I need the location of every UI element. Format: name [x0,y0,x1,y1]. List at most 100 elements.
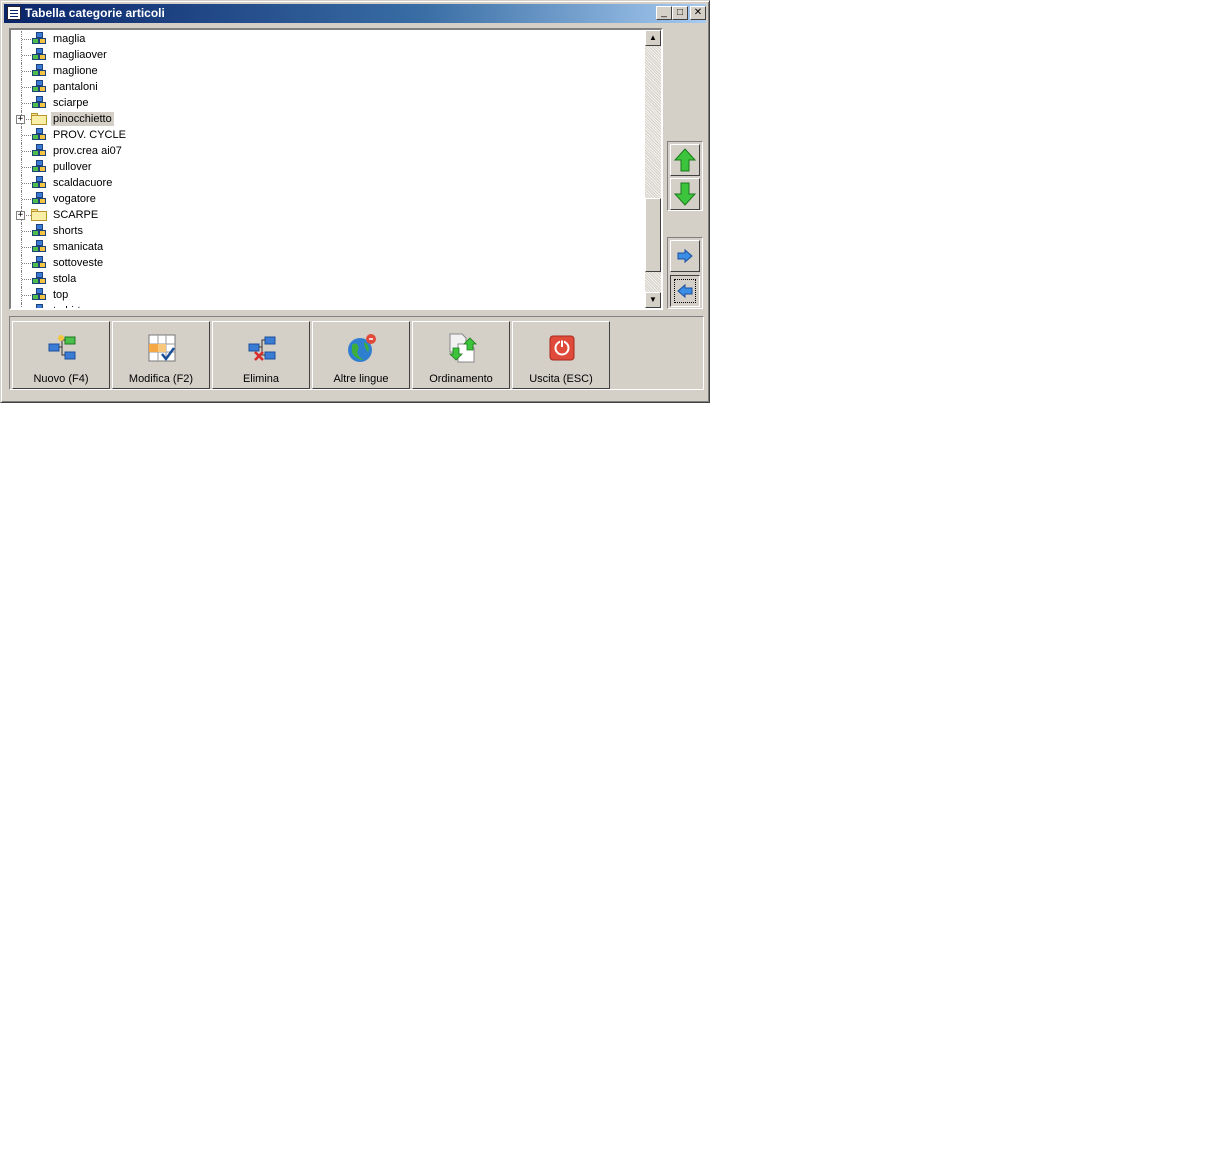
arrow-right-blue-icon [677,248,693,264]
move-buttons-group [667,141,703,211]
scroll-up-button[interactable]: ▲ [645,30,661,46]
delete-button[interactable]: Elimina [212,321,310,389]
minimize-button[interactable]: _ [656,6,672,20]
tree-item[interactable]: shorts [11,223,647,239]
tree-item[interactable]: t-shirt [11,303,647,308]
languages-button[interactable]: Altre lingue [312,321,410,389]
category-tree[interactable]: maglia magliaover maglione pantaloni sciarpe… [9,28,663,310]
tree-item[interactable]: stola [11,271,647,287]
category-cubes-icon [31,96,47,110]
category-cubes-icon [31,64,47,78]
move-up-button[interactable] [670,144,700,176]
globe-icon [348,334,376,362]
expand-toggle-icon[interactable]: + [16,211,25,220]
scroll-thumb[interactable] [645,198,661,272]
tree-connector [22,279,31,280]
tree-item[interactable]: + SCARPE [11,207,647,223]
move-down-button[interactable] [670,178,700,210]
tree-connector [22,103,31,104]
new-button[interactable]: Nuovo (F4) [12,321,110,389]
window-title: Tabella categorie articoli [25,6,165,20]
tree-item-label: SCARPE [53,209,99,221]
maximize-button[interactable]: □ [672,6,688,20]
tree-item[interactable]: + pinocchietto [11,111,647,127]
tree-item-label: vogatore [53,193,96,205]
close-button[interactable]: ✕ [690,6,706,20]
edit-grid-icon [148,334,176,362]
tree-item[interactable]: vogatore [11,191,647,207]
category-cubes-icon [31,288,47,302]
exit-button[interactable]: Uscita (ESC) [512,321,610,389]
sort-documents-icon [449,333,477,363]
category-cubes-icon [31,32,47,46]
delete-button-label: Elimina [242,373,280,385]
tree-item[interactable]: sottoveste [11,255,647,271]
category-cubes-icon [31,160,47,174]
tree-item-label: maglione [53,65,98,77]
tree-item-label: magliaover [53,49,107,61]
tree-item[interactable]: maglione [11,63,647,79]
tree-connector [22,151,31,152]
tree-item[interactable]: pullover [11,159,647,175]
tree-connector [22,55,31,56]
tree-item[interactable]: PROV. CYCLE [11,127,647,143]
exit-power-icon [549,335,575,361]
outdent-button[interactable] [670,275,700,307]
category-cubes-icon [31,272,47,286]
title-bar[interactable]: Tabella categorie articoli _ □ ✕ [4,4,706,23]
tree-connector [22,199,31,200]
tree-item[interactable]: sciarpe [11,95,647,111]
category-cubes-icon [31,256,47,270]
tree-item-label: smanicata [53,241,104,253]
tree-item-label: stola [53,273,77,285]
tree-item[interactable]: scaldacuore [11,175,647,191]
tree-viewport: maglia magliaover maglione pantaloni sciarpe… [11,30,647,308]
tree-connector [22,167,31,168]
arrow-down-green-icon [673,182,697,206]
new-node-icon [48,335,76,360]
new-button-label: Nuovo (F4) [33,373,89,385]
tree-item-label: sottoveste [53,257,104,269]
tree-item-label: PROV. CYCLE [53,129,126,141]
delete-node-icon [248,336,276,361]
category-cubes-icon [31,48,47,62]
tree-connector [22,183,31,184]
arrow-up-green-icon [673,148,697,172]
edit-button[interactable]: Modifica (F2) [112,321,210,389]
tree-item-label: pullover [53,161,92,173]
tree-connector [22,87,31,88]
tree-item[interactable]: prov.crea ai07 [11,143,647,159]
tree-item-label: sciarpe [53,97,89,109]
category-cubes-icon [31,128,47,142]
tree-item[interactable]: magliaover [11,47,647,63]
tree-item-label: scaldacuore [53,177,113,189]
tree-item[interactable]: maglia [11,31,647,47]
sort-button-label: Ordinamento [429,373,493,385]
folder-icon [31,113,47,125]
category-cubes-icon [31,176,47,190]
category-cubes-icon [31,240,47,254]
exit-button-label: Uscita (ESC) [529,373,593,385]
tree-item[interactable]: pantaloni [11,79,647,95]
app-icon [7,6,21,20]
expand-toggle-icon[interactable]: + [16,115,25,124]
tree-item[interactable]: top [11,287,647,303]
tree-scrollbar[interactable]: ▲ ▼ [645,30,661,308]
tree-connector [22,39,31,40]
scroll-down-button[interactable]: ▼ [645,292,661,308]
app-window: Tabella categorie articoli _ □ ✕ maglia m… [0,0,710,403]
tree-item-label: pinocchietto [51,112,114,126]
indent-button[interactable] [670,240,700,272]
sort-button[interactable]: Ordinamento [412,321,510,389]
tree-connector [21,303,22,308]
languages-button-label: Altre lingue [333,373,389,385]
tree-item-label: top [53,289,69,301]
arrow-left-blue-icon [677,283,693,299]
tree-connector [22,71,31,72]
category-cubes-icon [31,224,47,238]
tree-connector [22,263,31,264]
tree-item[interactable]: smanicata [11,239,647,255]
category-cubes-icon [31,304,47,308]
tree-item-label: t-shirt [51,304,83,308]
edit-button-label: Modifica (F2) [128,373,194,385]
